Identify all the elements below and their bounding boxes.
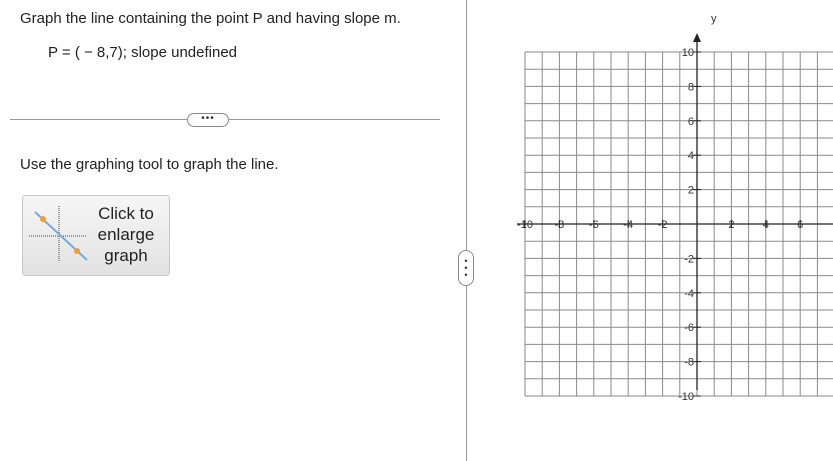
x-tick-label: 6 — [797, 219, 803, 231]
instruction-text: Use the graphing tool to graph the line. — [20, 156, 279, 173]
x-tick-label: -2 — [658, 219, 668, 231]
x-tick-label: 2 — [728, 219, 734, 231]
question-text: Graph the line containing the point P an… — [20, 10, 401, 27]
enlarge-graph-button[interactable]: Click to enlarge graph — [22, 195, 170, 276]
y-tick-label: 4 — [688, 150, 694, 162]
y-axis-label: y — [711, 13, 717, 25]
y-axis-arrow — [693, 33, 701, 42]
pane-divider — [466, 0, 467, 461]
y-tick-label: 8 — [688, 81, 694, 93]
enlarge-graph-label: Click to enlarge graph — [97, 204, 155, 265]
y-tick-label: -2 — [684, 253, 694, 265]
y-tick-label: -8 — [684, 357, 694, 369]
x-tick-label: -6 — [589, 219, 599, 231]
coordinate-grid[interactable]: -10 -8 -6 -4 -2 2 4 6 10 8 6 4 2 -2 -4 -6 -8 -10 y — [505, 10, 833, 400]
y-tick-label: -6 — [684, 322, 694, 334]
y-tick-label: -10 — [678, 391, 694, 400]
y-tick-label: 10 — [682, 47, 694, 59]
graph-thumbnail-icon — [29, 206, 88, 262]
x-tick-label: -4 — [623, 219, 633, 231]
y-tick-label: 6 — [688, 116, 694, 128]
x-tick-label: -10 — [517, 219, 533, 231]
y-tick-label: 2 — [688, 185, 694, 197]
given-point-and-slope: P = ( − 8,7); slope undefined — [48, 44, 238, 61]
x-tick-label: -8 — [555, 219, 565, 231]
pane-resize-handle[interactable]: • • • — [458, 250, 474, 286]
show-more-button[interactable]: ••• — [187, 113, 229, 127]
x-tick-label: 4 — [763, 219, 769, 231]
y-tick-label: -4 — [684, 288, 694, 300]
